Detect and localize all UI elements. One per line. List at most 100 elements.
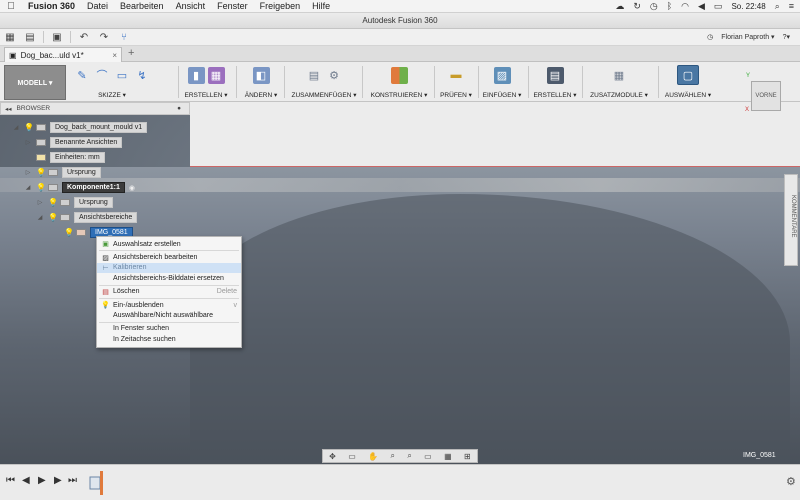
extrude-icon[interactable]: ▮ [187,66,205,84]
toolbar-group-erstellen-2[interactable]: ▤ ERSTELLEN ▾ [532,64,578,100]
tree-node-canvases[interactable]: ◢ 💡 Ansichtsbereiche [36,212,138,223]
viewports-icon[interactable]: ⊞ [464,452,471,461]
undo-icon[interactable]: ↶ [74,32,94,43]
clock[interactable]: So. 22:48 [731,2,765,11]
create-sketch-icon[interactable]: ✎ [74,67,91,84]
arc-icon[interactable]: ⌒ [94,67,111,84]
activate-radio-icon[interactable]: ◉ [129,184,135,192]
menu-item-show-hide[interactable]: 💡 Ein-/ausblenden v [97,300,241,310]
visibility-bulb-icon[interactable]: 💡 [64,228,74,237]
look-at-icon[interactable]: ▭ [348,452,356,461]
menu-item-edit-canvas[interactable]: ▨ Ansichtsbereich bearbeiten [97,252,241,262]
offset-plane-icon[interactable] [390,66,408,84]
browser-header[interactable]: ◂◂ BROWSER ● [0,102,190,115]
menu-item-find-in-window[interactable]: In Fenster suchen [97,324,241,334]
menu-item-selectable[interactable]: Auswählbare/Nicht auswählbare [97,310,241,320]
visibility-bulb-icon[interactable]: 💡 [36,183,46,192]
toolbar-group-skizze[interactable]: ✎ ⌒ ▭ ↯ SKIZZE ▾ [70,64,154,100]
time-machine-icon[interactable]: ◷ [650,1,658,12]
go-to-end-icon[interactable]: ⏭ [68,475,77,486]
collapse-icon[interactable]: ▷ [24,169,32,176]
insert-image-icon[interactable]: ▨ [493,66,511,84]
collapse-icon[interactable]: ▷ [36,199,44,206]
toolbar-group-einfuegen[interactable]: ▨ EINFÜGEN ▾ [480,64,524,100]
expand-icon[interactable]: ◢ [12,124,20,131]
timeline-settings-gear-icon[interactable]: ⚙ [786,475,796,488]
form-icon[interactable]: ▦ [207,66,225,84]
menu-hilfe[interactable]: Hilfe [306,1,336,11]
expand-icon[interactable]: ◢ [24,184,32,191]
orbit-icon[interactable]: ✥ [329,452,336,461]
tree-node-units[interactable]: Einheiten: mm [24,152,105,163]
render-icon[interactable]: ▤ [546,66,564,84]
toolbar-group-aendern[interactable]: ◧ ÄNDERN ▾ [240,64,282,100]
menu-fenster[interactable]: Fenster [211,1,254,11]
step-forward-icon[interactable]: ▶ [54,475,62,486]
data-panel-icon[interactable]: ▦ [0,32,20,43]
apple-menu-icon[interactable]:  [0,1,22,12]
toolbar-group-auswaehlen[interactable]: ▢ AUSWÄHLEN ▾ [662,64,714,100]
close-tab-icon[interactable]: × [112,51,117,60]
tree-node-named-views[interactable]: ▷ Benannte Ansichten [24,137,123,148]
menu-ansicht[interactable]: Ansicht [170,1,212,11]
go-to-start-icon[interactable]: ⏮ [6,475,15,486]
view-cube[interactable]: Y VORNE X [745,73,785,115]
select-icon[interactable]: ▢ [677,65,699,85]
stop-sketch-icon[interactable]: ↯ [134,67,151,84]
expand-icon[interactable]: ◢ [36,214,44,221]
menu-item-replace-image[interactable]: Ansichtsbereichs-Bilddatei ersetzen [97,273,241,283]
menu-item-delete[interactable]: ▤ Löschen Delete [97,287,241,297]
battery-icon[interactable]: ▭ [714,1,723,12]
save-icon[interactable]: ▣ [47,32,67,43]
toolbar-group-zusammen[interactable]: ▤ ⚙ ZUSAMMENFÜGEN ▾ [288,64,360,100]
menu-item-create-selection-set[interactable]: ▣ Auswahlsatz erstellen [97,239,241,249]
new-component-icon[interactable]: ▤ [306,67,323,84]
menu-freigeben[interactable]: Freigeben [254,1,307,11]
collapse-icon[interactable]: ▷ [24,139,32,146]
menu-app-name[interactable]: Fusion 360 [22,1,81,11]
sync-icon[interactable]: ↻ [633,1,641,12]
pan-icon[interactable]: ✋ [368,452,378,461]
tree-node-root[interactable]: ◢ 💡 Dog_back_mount_mould v1 [12,122,148,133]
zoom-icon[interactable]: ⌕ [390,451,394,461]
press-pull-icon[interactable]: ◧ [252,66,270,84]
bluetooth-icon[interactable]: ᛒ [667,1,672,11]
menu-item-find-in-timeline[interactable]: In Zeitachse suchen [97,334,241,344]
redo-icon[interactable]: ↷ [94,32,114,43]
toolbar-group-konstruieren[interactable]: KONSTRUIEREN ▾ [366,64,432,100]
menu-item-calibrate[interactable]: ⊢ Kalibrieren [97,262,241,274]
collapse-panel-icon[interactable]: ◂◂ [5,105,12,113]
rectangle-icon[interactable]: ▭ [114,67,131,84]
visibility-bulb-icon[interactable]: 💡 [36,168,46,177]
toolbar-group-erstellen[interactable]: ▮ ▦ ERSTELLEN ▾ [180,64,232,100]
joint-icon[interactable]: ⚙ [326,67,343,84]
workspace-switcher[interactable]: MODELL ▾ [4,65,66,100]
timeline-item-canvas[interactable] [88,469,106,495]
help-menu[interactable]: ?▾ [783,33,790,41]
tree-node-comp-origin[interactable]: ▷ 💡 Ursprung [36,197,113,208]
new-tab-button[interactable]: + [128,47,134,59]
cloud-icon[interactable]: ☁ [615,1,624,12]
fit-icon[interactable]: ⌕ [407,451,411,461]
view-cube-front-face[interactable]: VORNE [751,81,781,111]
tree-node-origin[interactable]: ▷ 💡 Ursprung [24,167,101,178]
visibility-bulb-icon[interactable]: 💡 [24,123,34,132]
file-menu-icon[interactable]: ▤ [20,32,40,43]
play-icon[interactable]: ▶ [38,475,46,486]
pin-icon[interactable]: ● [177,105,181,112]
comments-panel-tab[interactable]: KOMMENTARE [784,174,798,266]
user-menu[interactable]: Florian Paproth ▾ [721,33,774,41]
step-back-icon[interactable]: ◀ [22,475,30,486]
tree-node-component[interactable]: ◢ 💡 Komponente1:1 ◉ [24,182,135,193]
measure-icon[interactable]: ▬ [448,67,465,84]
volume-icon[interactable]: ◀ [698,1,705,12]
menu-datei[interactable]: Datei [81,1,114,11]
display-settings-icon[interactable]: ▭ [424,452,432,461]
notification-center-icon[interactable]: ≡ [789,1,794,11]
grid-settings-icon[interactable]: ▦ [444,452,452,461]
branch-icon[interactable]: ⑂ [114,32,134,43]
menu-bearbeiten[interactable]: Bearbeiten [114,1,170,11]
document-tab[interactable]: ▣ Dog_bac...uld v1* × [4,47,122,62]
visibility-bulb-icon[interactable]: 💡 [48,213,58,222]
toolbar-group-pruefen[interactable]: ▬ PRÜFEN ▾ [436,64,476,100]
